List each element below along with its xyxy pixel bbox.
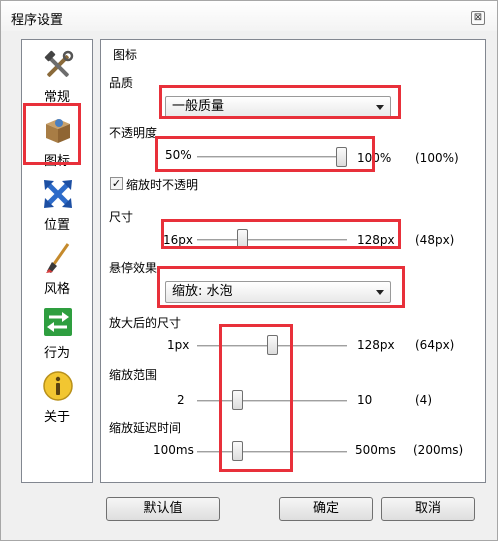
chevron-down-icon: [376, 105, 384, 110]
opaque-when-zoom-label: 缩放时不透明: [126, 178, 199, 192]
zoom-size-current: (64px): [415, 338, 455, 352]
info-icon: [43, 371, 73, 401]
checkmark-icon: ✓: [111, 177, 122, 190]
zoom-range-label: 缩放范围: [109, 368, 158, 382]
sidebar-item-style[interactable]: 风格: [22, 238, 92, 298]
zoom-delay-slider-track: [197, 451, 347, 454]
sidebar-item-label: 风格: [43, 282, 70, 297]
size-max: 128px: [357, 233, 395, 247]
package-icon: [46, 119, 70, 143]
opaque-when-zoom-checkbox[interactable]: ✓: [110, 177, 123, 190]
zoom-range-slider-thumb[interactable]: [231, 390, 243, 410]
title-bar: 程序设置 ⊠: [1, 1, 497, 31]
sidebar-item-icons[interactable]: 图标: [22, 110, 92, 170]
hover-effect-dropdown[interactable]: 缩放: 水泡: [165, 281, 391, 303]
settings-window: 程序设置 ⊠ 常规 图标 位置 风格 行为 关于 图标 品质 一般质量 不透明度…: [0, 0, 498, 541]
zoom-range-min: 2: [177, 393, 185, 407]
zoom-size-label: 放大后的尺寸: [109, 316, 182, 330]
sidebar: 常规 图标 位置 风格 行为 关于: [21, 39, 93, 483]
opacity-slider-thumb[interactable]: [336, 147, 347, 167]
zoom-delay-current: (200ms): [413, 443, 464, 457]
tools-icon: [44, 50, 74, 77]
zoom-range-max: 10: [357, 393, 373, 407]
zoom-delay-slider-thumb[interactable]: [231, 441, 243, 461]
opacity-current: (100%): [415, 151, 459, 165]
sidebar-item-position[interactable]: 位置: [22, 174, 92, 234]
ok-button[interactable]: 确定: [279, 497, 373, 521]
exchange-arrows-icon: [44, 308, 72, 336]
default-button[interactable]: 默认值: [106, 497, 220, 521]
sidebar-item-about[interactable]: 关于: [22, 366, 92, 426]
opacity-slider-track: [197, 156, 347, 159]
sidebar-item-label: 位置: [43, 218, 70, 233]
brush-icon: [46, 243, 70, 273]
settings-panel: 图标 品质 一般质量 不透明度 50% 100% (100%) ✓ 缩放时不透明…: [100, 39, 486, 483]
sidebar-item-general[interactable]: 常规: [22, 46, 92, 106]
sidebar-item-label: 常规: [43, 90, 70, 105]
zoom-size-min: 1px: [167, 338, 190, 352]
sidebar-item-label: 图标: [43, 154, 70, 169]
zoom-delay-label: 缩放延迟时间: [109, 421, 182, 435]
sidebar-item-label: 关于: [43, 410, 70, 425]
group-title: 图标: [113, 48, 138, 62]
size-slider-track: [197, 239, 347, 242]
opacity-min: 50%: [165, 148, 192, 162]
quality-label: 品质: [109, 76, 134, 90]
opacity-max: 100%: [357, 151, 392, 165]
chevron-down-icon: [376, 290, 384, 295]
zoom-delay-max: 500ms: [355, 443, 396, 457]
opacity-label: 不透明度: [109, 126, 158, 140]
zoom-range-current: (4): [415, 393, 432, 407]
quality-value: 一般质量: [172, 99, 225, 114]
zoom-size-slider-thumb[interactable]: [266, 335, 278, 355]
zoom-size-max: 128px: [357, 338, 395, 352]
size-label: 尺寸: [109, 210, 134, 224]
close-icon: ⊠: [473, 12, 483, 23]
size-min: 16px: [163, 233, 193, 247]
quality-dropdown[interactable]: 一般质量: [165, 96, 391, 118]
sidebar-item-behavior[interactable]: 行为: [22, 302, 92, 362]
hover-effect-value: 缩放: 水泡: [172, 284, 233, 299]
size-slider-thumb[interactable]: [237, 229, 249, 249]
move-arrows-icon: [44, 180, 72, 208]
zoom-range-slider-track: [197, 400, 347, 403]
sidebar-item-label: 行为: [43, 346, 70, 361]
cancel-button[interactable]: 取消: [381, 497, 475, 521]
window-title: 程序设置: [11, 13, 64, 28]
close-button[interactable]: ⊠: [471, 11, 485, 25]
size-current: (48px): [415, 233, 455, 247]
zoom-delay-min: 100ms: [153, 443, 194, 457]
hover-effect-label: 悬停效果: [109, 261, 158, 275]
